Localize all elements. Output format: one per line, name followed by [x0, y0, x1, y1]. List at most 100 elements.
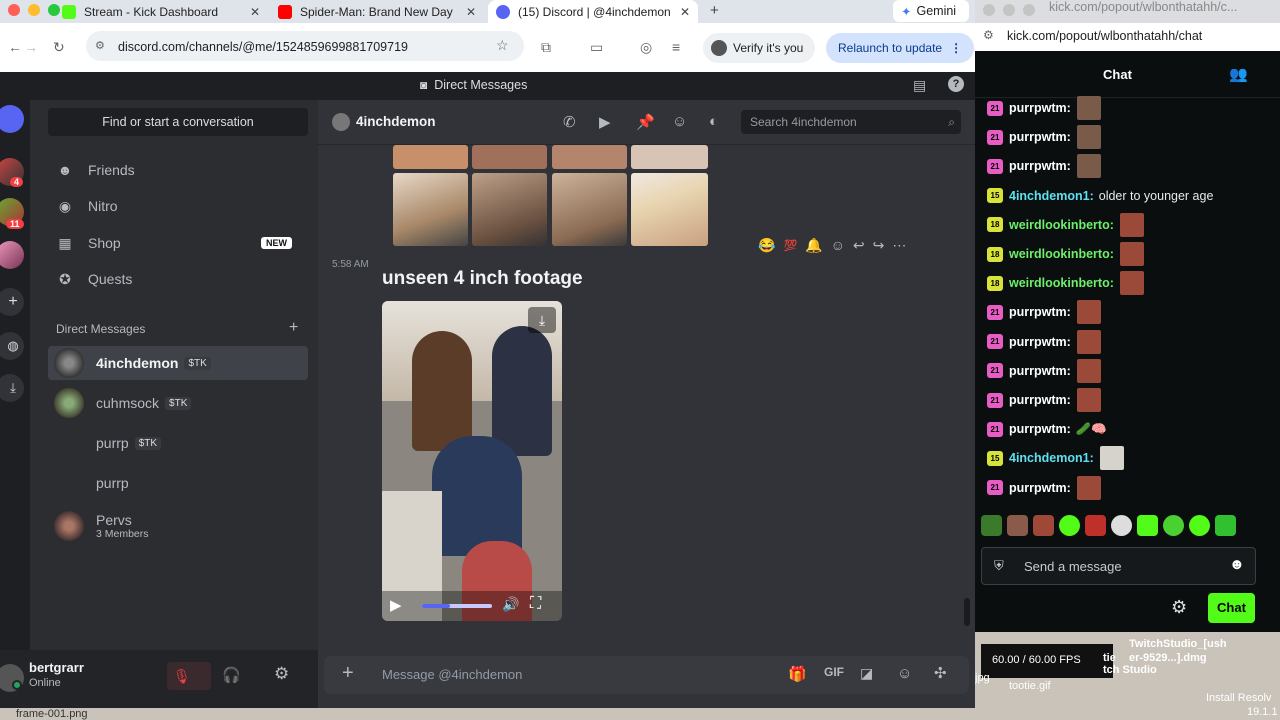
emoji-picker-icon[interactable]: ☻ [1229, 556, 1245, 573]
emote-icon[interactable] [1059, 515, 1080, 536]
emoji-icon[interactable]: ☺ [897, 665, 912, 682]
hundred-emoji-icon[interactable]: 💯 [783, 239, 797, 252]
chat-username[interactable]: weirdlookinberto: [1009, 276, 1114, 290]
tab-spiderman[interactable]: Spider-Man: Brand New Day ✕ [274, 0, 484, 23]
users-icon[interactable]: 👥 [1229, 65, 1248, 83]
explore-icon[interactable]: ◍ [0, 332, 24, 360]
image-attachment[interactable] [472, 145, 547, 169]
new-tab-button[interactable]: + [710, 2, 719, 19]
create-dm-icon[interactable]: + [289, 319, 298, 337]
emote-icon[interactable] [1163, 515, 1184, 536]
chat-username[interactable]: purrpwtm: [1009, 159, 1071, 173]
emote-icon[interactable] [1076, 125, 1101, 150]
forward-icon[interactable]: ↪ [873, 237, 885, 254]
chat-username[interactable]: purrpwtm: [1009, 481, 1071, 495]
extensions-icon[interactable]: ⧉ [541, 39, 551, 56]
fullscreen-icon[interactable]: ⛶ [530, 595, 541, 613]
channel-name[interactable]: 4inchdemon [356, 114, 436, 129]
download-icon[interactable]: ⤓ [528, 307, 556, 333]
chat-username[interactable]: purrpwtm: [1009, 305, 1071, 319]
maximize-window-icon[interactable] [1023, 4, 1035, 16]
chat-username[interactable]: weirdlookinberto: [1009, 247, 1114, 261]
add-reaction-icon[interactable]: ☺ [831, 237, 845, 253]
desktop-file-twitch[interactable]: TwitchStudio_[ush [1129, 638, 1227, 650]
dm-item-purrp[interactable]: purrp $TK [48, 426, 308, 460]
forward-icon[interactable]: → [24, 39, 38, 55]
pinned-icon[interactable]: 📌 [636, 113, 655, 131]
nav-quests[interactable]: ✪ Quests [48, 263, 310, 295]
voice-call-icon[interactable]: ✆ [563, 113, 576, 131]
emote-icon[interactable] [1189, 515, 1210, 536]
profile-icon[interactable]: ◐ [709, 113, 718, 130]
help-icon[interactable]: ? [948, 76, 964, 92]
image-attachment[interactable] [393, 145, 468, 169]
emote-icon[interactable] [1076, 329, 1101, 354]
send-chat-button[interactable]: Chat [1208, 593, 1255, 623]
play-icon[interactable]: ▶ [390, 596, 402, 614]
nav-friends[interactable]: ☻ Friends [48, 154, 310, 186]
lens-icon[interactable]: ◎ [640, 39, 652, 56]
dm-item-4inchdemon[interactable]: 4inchdemon $TK [48, 346, 308, 380]
chat-username[interactable]: purrpwtm: [1009, 422, 1071, 436]
laugh-emoji-icon[interactable]: 😂 [758, 237, 775, 254]
emote-icon[interactable] [1076, 388, 1101, 412]
sticker-icon[interactable]: ◪ [860, 665, 873, 682]
dm-item-cuhmsock[interactable]: cuhmsock $TK [48, 386, 308, 420]
back-icon[interactable]: ← [8, 39, 22, 55]
emote-icon[interactable] [1119, 242, 1144, 266]
image-attachment[interactable] [472, 173, 547, 246]
close-window-icon[interactable] [8, 4, 20, 16]
desktop-file-studio[interactable]: tch Studio [1103, 664, 1157, 676]
emote-icon[interactable] [1119, 271, 1144, 296]
minimize-window-icon[interactable] [1003, 4, 1015, 16]
more-options-icon[interactable]: ⋯ [892, 237, 906, 254]
minimize-window-icon[interactable] [28, 4, 40, 16]
relaunch-button[interactable]: Relaunch to update ⋮ [826, 33, 975, 63]
chat-settings-gear-icon[interactable]: ⚙ [1171, 597, 1187, 618]
headset-icon[interactable]: 🎧 [222, 666, 241, 684]
emote-icon[interactable] [981, 515, 1002, 536]
chat-username[interactable]: purrpwtm: [1009, 335, 1071, 349]
tab-discord[interactable]: (15) Discord | @4inchdemon ✕ [488, 0, 698, 23]
inbox-icon[interactable]: ▤ [913, 77, 926, 94]
emote-icon[interactable] [1099, 446, 1124, 471]
nav-nitro[interactable]: ◉ Nitro [48, 190, 310, 222]
tab-close-icon[interactable]: ✕ [466, 5, 476, 19]
chat-username[interactable]: purrpwtm: [1009, 130, 1071, 144]
attach-plus-icon[interactable]: + [342, 662, 354, 685]
discord-home-icon[interactable] [0, 105, 24, 133]
image-attachment[interactable] [631, 145, 708, 169]
emote-icon[interactable] [1033, 515, 1054, 536]
bookmark-star-icon[interactable]: ☆ [496, 37, 509, 54]
chat-username[interactable]: purrpwtm: [1009, 364, 1071, 378]
chat-username[interactable]: 4inchdemon1: [1009, 189, 1094, 203]
image-attachment[interactable] [393, 173, 468, 246]
dm-item-purrp-2[interactable]: purrp [48, 466, 308, 500]
video-call-icon[interactable]: ▶ [599, 113, 611, 131]
image-attachment[interactable] [552, 145, 627, 169]
emote-icon[interactable] [1119, 212, 1144, 237]
message-composer[interactable]: + Message @4inchdemon 🎁 GIF ◪ ☺ ✣ [324, 656, 969, 694]
chat-username[interactable]: 4inchdemon1: [1009, 451, 1094, 465]
verify-button[interactable]: Verify it's you [703, 33, 816, 63]
omnibox[interactable]: ⚙ discord.com/channels/@me/1524859699881… [86, 31, 524, 61]
emote-icon[interactable] [1076, 358, 1101, 383]
add-friends-icon[interactable]: ☺ [672, 113, 687, 130]
message-input[interactable]: Message @4inchdemon [382, 667, 522, 682]
emote-icon[interactable] [1007, 515, 1028, 536]
reload-icon[interactable]: ↻ [53, 39, 65, 56]
add-server-icon[interactable]: + [0, 288, 24, 316]
desktop-file-resolve[interactable]: Install Resolv [1206, 692, 1271, 704]
reply-icon[interactable]: ↩ [853, 237, 865, 254]
cast-icon[interactable]: ▭ [590, 39, 603, 56]
desktop-file-frame[interactable]: frame-001.png [16, 708, 88, 720]
emote-icon[interactable] [1111, 515, 1132, 536]
server-icon[interactable] [0, 241, 24, 269]
media-icon[interactable]: ≡ [672, 39, 680, 55]
chat-username[interactable]: weirdlookinberto: [1009, 218, 1114, 232]
site-info-icon[interactable]: ⚙ [983, 28, 994, 42]
find-conversation-button[interactable]: Find or start a conversation [48, 108, 308, 136]
gif-icon[interactable]: GIF [824, 665, 844, 679]
tab-close-icon[interactable]: ✕ [680, 5, 690, 19]
tab-kick-dashboard[interactable]: Stream - Kick Dashboard ✕ [58, 0, 268, 23]
